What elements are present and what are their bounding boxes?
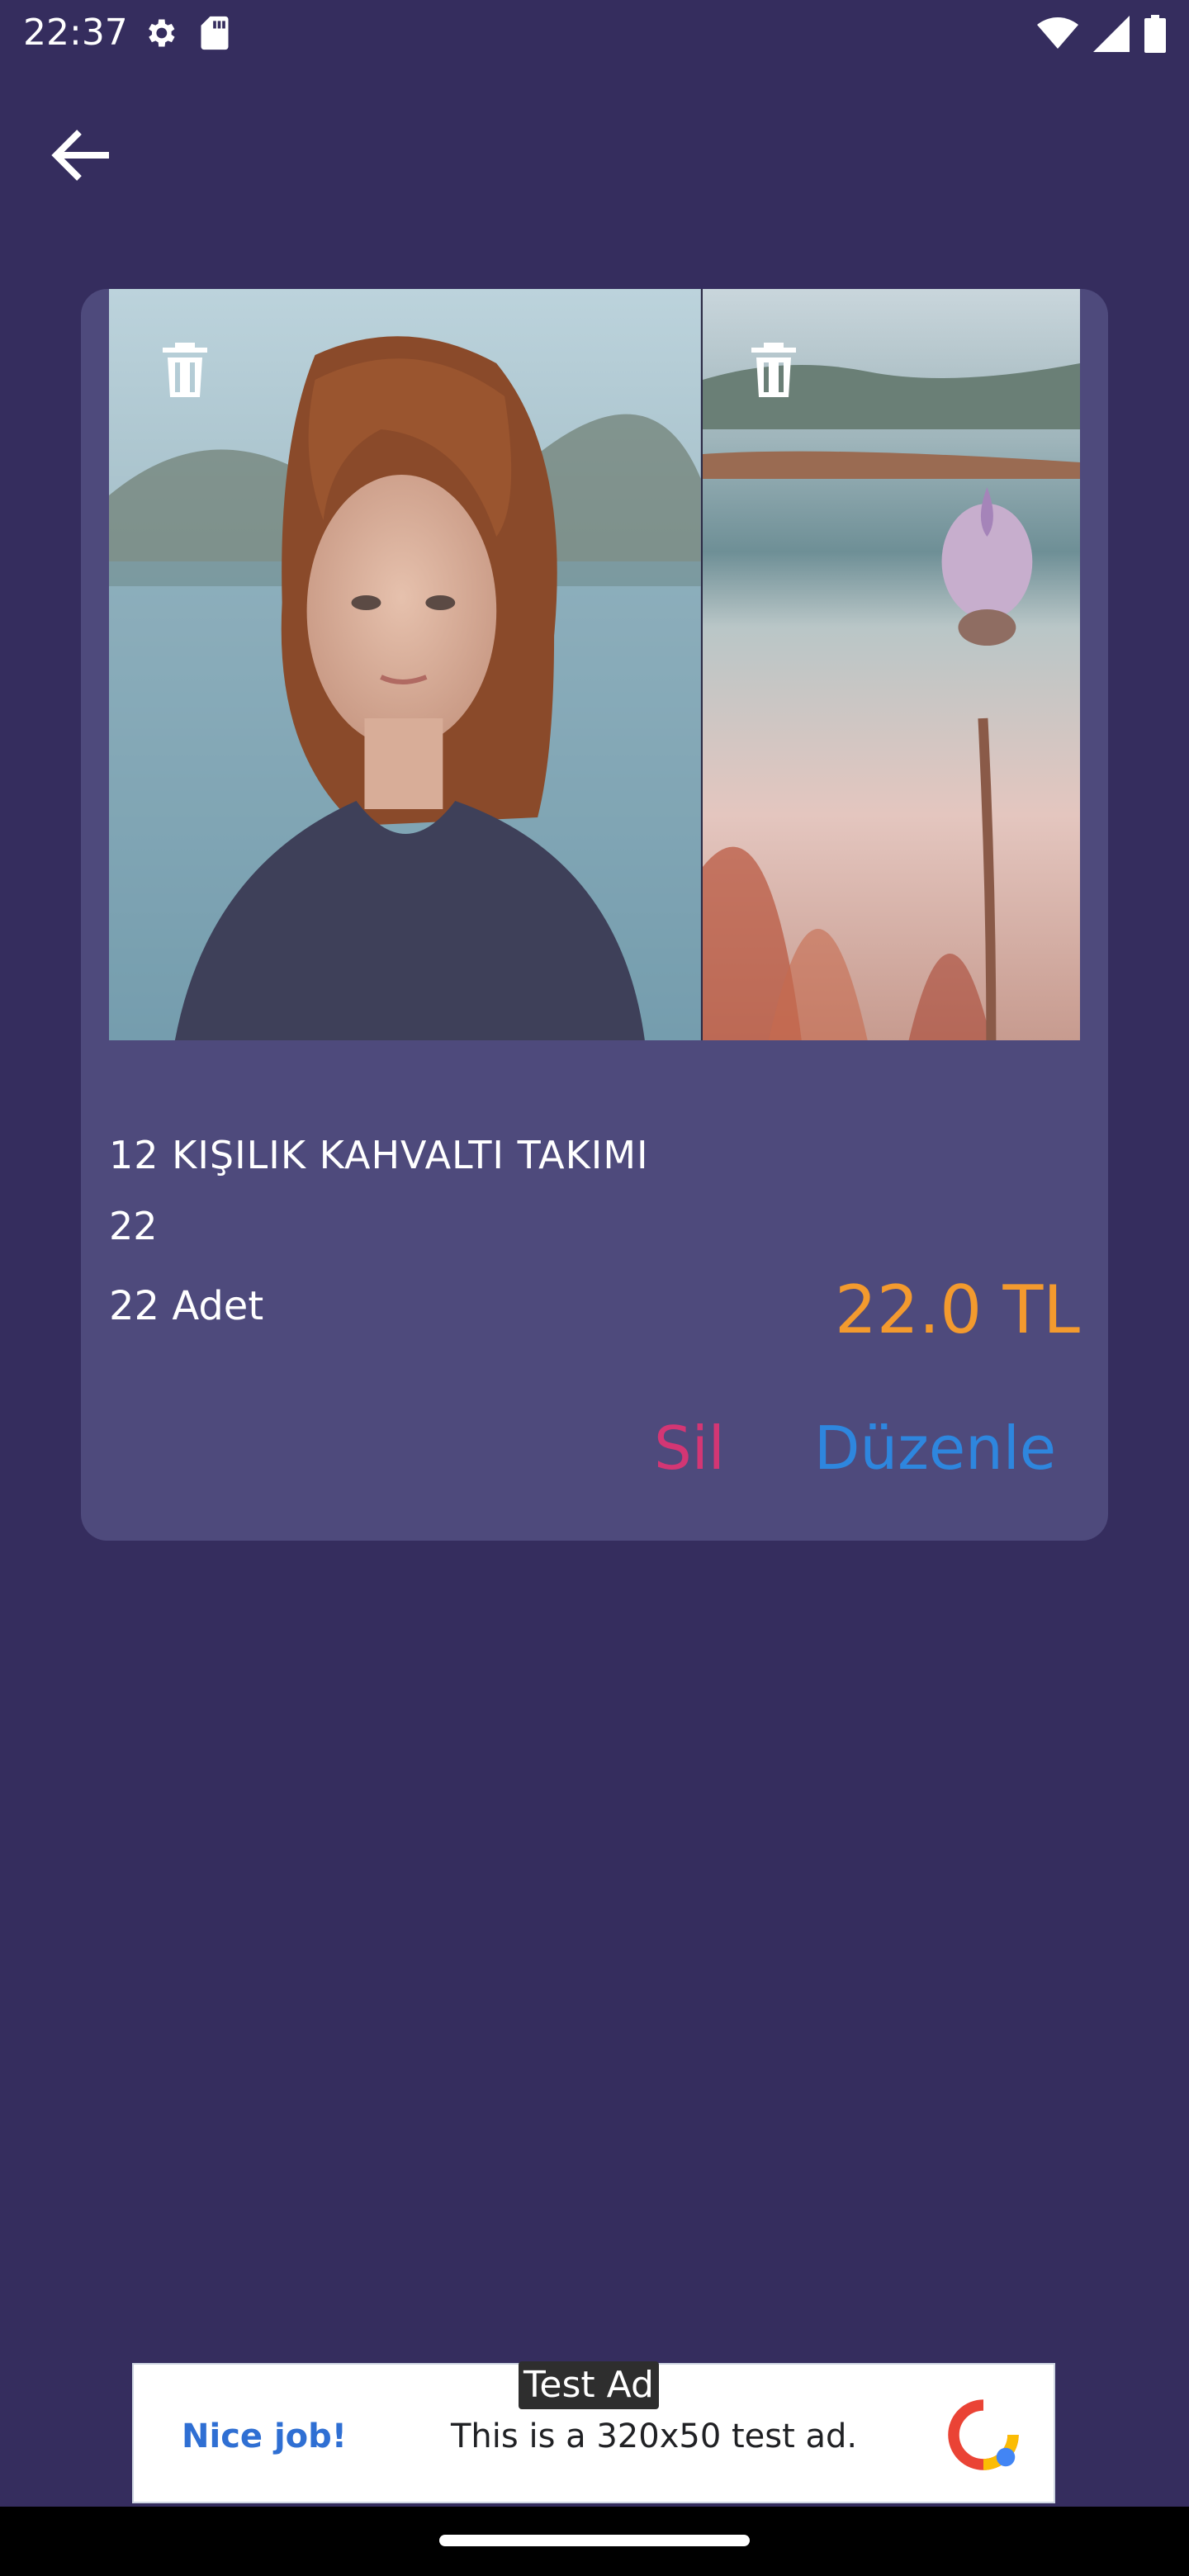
trash-icon[interactable]: [749, 340, 798, 400]
product-quantity: 22 Adet: [109, 1283, 264, 1329]
product-photo[interactable]: [700, 289, 1080, 1040]
battery-icon: [1144, 15, 1166, 56]
status-time: 22:37: [23, 12, 128, 54]
wifi-icon: [1037, 17, 1078, 54]
home-handle[interactable]: [439, 2535, 750, 2546]
ad-tag: Test Ad: [519, 2361, 659, 2409]
product-photos: [109, 289, 1080, 1040]
flower-lake-photo: [702, 289, 1080, 1040]
gear-icon: [142, 15, 178, 54]
ad-nice-text: Nice job!: [182, 2417, 348, 2455]
product-description: 22: [109, 1204, 158, 1248]
signal-icon: [1093, 16, 1130, 55]
delete-button[interactable]: Sil: [654, 1413, 725, 1483]
back-button[interactable]: [43, 116, 122, 195]
ad-logo-icon: [948, 2399, 1019, 2470]
navigation-bar: [0, 2507, 1189, 2576]
trash-icon[interactable]: [160, 340, 210, 400]
product-title: 12 KIŞILIK KAHVALTI TAKIMI: [109, 1133, 649, 1177]
product-photo[interactable]: [109, 289, 701, 1040]
product-price: 22.0 TL: [835, 1271, 1080, 1348]
arrow-left-icon: [51, 130, 109, 181]
sd-card-icon: [198, 15, 231, 54]
ad-text: This is a 320x50 test ad.: [451, 2417, 858, 2455]
product-card: 12 KIŞILIK KAHVALTI TAKIMI 22 22 Adet 22…: [81, 289, 1108, 1541]
edit-button[interactable]: Düzenle: [814, 1413, 1056, 1483]
woman-portrait-photo: [109, 289, 701, 1040]
status-bar: 22:37: [0, 0, 1189, 69]
